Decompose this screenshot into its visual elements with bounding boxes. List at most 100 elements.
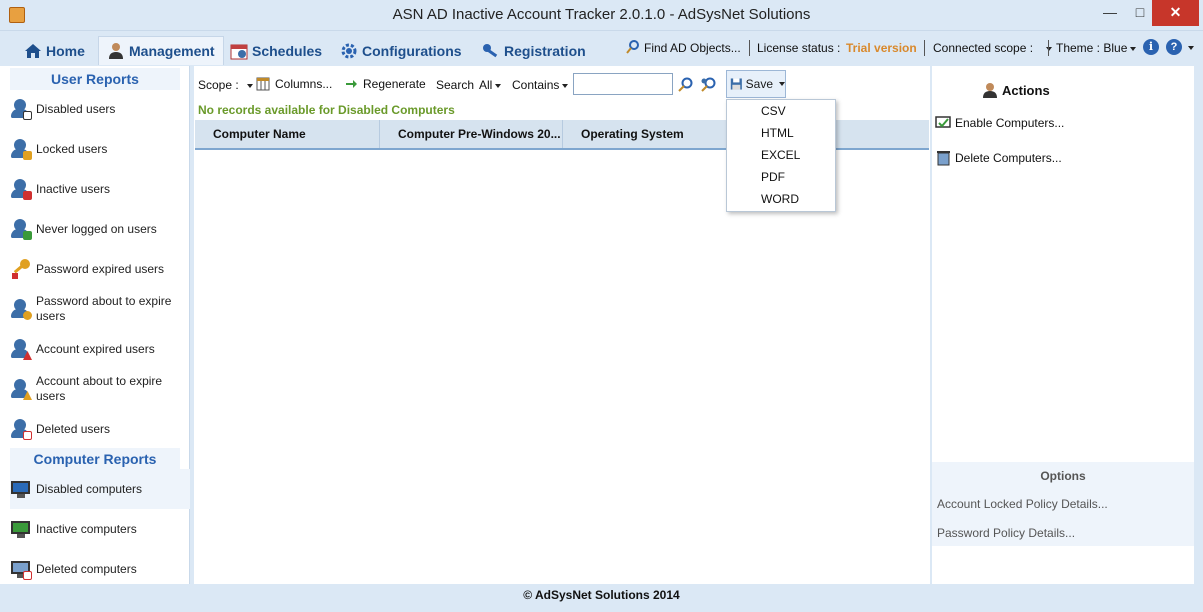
sidebar-item-label: Account expired users [36, 341, 155, 356]
sidebar-item-deleted-computers[interactable]: Deleted computers [10, 549, 190, 589]
column-header[interactable]: Computer Name [195, 120, 380, 148]
tab-schedules[interactable]: Schedules [222, 36, 330, 65]
find-ad-objects-link[interactable]: Find AD Objects... [644, 41, 741, 55]
save-button[interactable]: Save [726, 70, 786, 98]
maximize-button[interactable]: □ [1125, 0, 1155, 26]
sidebar-item-password-about-to-expire-users[interactable]: Password about to expire users [10, 289, 190, 329]
tab-registration[interactable]: Registration [474, 36, 594, 65]
tab-management[interactable]: Management [98, 36, 224, 65]
inactive-computer-icon [10, 518, 32, 540]
chevron-down-icon[interactable] [1188, 46, 1194, 50]
sidebar-item-password-expired-users[interactable]: Password expired users [10, 249, 190, 289]
theme-label: Theme : Blue [1056, 41, 1128, 55]
column-header[interactable]: Computer Pre-Windows 20... [380, 120, 563, 148]
tab-configurations[interactable]: Configurations [332, 36, 470, 65]
search-icon[interactable] [677, 77, 693, 93]
columns-label: Columns... [275, 77, 333, 91]
search-field-dropdown[interactable]: All [479, 78, 502, 92]
deleted-user-icon [10, 418, 32, 440]
menu-item-excel[interactable]: EXCEL [761, 148, 800, 162]
save-icon [730, 78, 742, 90]
delete-computers-label: Delete Computers... [955, 151, 1062, 165]
regenerate-button[interactable]: Regenerate [344, 77, 426, 91]
connected-scope-label: Connected scope : [933, 41, 1034, 55]
menu-separator [749, 40, 750, 56]
tab-home[interactable]: Home [16, 36, 93, 65]
delete-computer-icon [937, 151, 950, 166]
save-label: Save [745, 77, 773, 91]
sidebar-item-deleted-users[interactable]: Deleted users [10, 409, 190, 449]
scope-dropdown[interactable]: Scope : [198, 78, 253, 92]
help-button[interactable]: ? [1166, 39, 1182, 55]
sidebar-item-label: Inactive computers [36, 521, 137, 536]
sidebar-item-never-logged-on-users[interactable]: Never logged on users [10, 209, 190, 249]
chevron-down-icon [1130, 46, 1137, 51]
password-expire-user-icon [10, 298, 32, 320]
close-button[interactable]: ✕ [1152, 0, 1199, 26]
user-icon [983, 83, 997, 98]
sidebar-item-label: Deleted users [36, 421, 111, 436]
refresh-icon [346, 80, 357, 88]
menu-item-html[interactable]: HTML [761, 126, 794, 140]
enable-computer-icon [935, 116, 951, 128]
sidebar-item-disabled-computers[interactable]: Disabled computers [10, 469, 190, 509]
columns-button[interactable]: Columns... [256, 77, 332, 91]
enable-computers-link[interactable]: Enable Computers... [935, 115, 1064, 131]
sidebar-item-inactive-computers[interactable]: Inactive computers [10, 509, 190, 549]
chevron-down-icon [495, 83, 502, 88]
minimize-button[interactable]: — [1095, 0, 1125, 26]
disabled-computer-icon [10, 478, 32, 500]
status-message: No records available for Disabled Comput… [198, 103, 455, 117]
menu-separator [924, 40, 925, 56]
password-policy-link[interactable]: Password Policy Details... [937, 526, 1075, 540]
clear-search-icon[interactable] [700, 77, 716, 93]
menu-item-pdf[interactable]: PDF [761, 170, 785, 184]
sidebar-item-account-about-to-expire-users[interactable]: Account about to expire users [10, 369, 190, 409]
menu-item-csv[interactable]: CSV [761, 104, 786, 118]
sidebar-item-label: Locked users [36, 141, 108, 156]
sidebar-item-label: Account about to expire users [36, 374, 163, 403]
regenerate-label: Regenerate [363, 77, 426, 91]
enable-computers-label: Enable Computers... [955, 116, 1065, 130]
sidebar-item-label: Disabled computers [36, 481, 143, 496]
actions-header: Actions [982, 82, 1050, 98]
tab-registration-label: Registration [504, 42, 586, 59]
key-icon [10, 258, 32, 280]
delete-computers-link[interactable]: Delete Computers... [935, 150, 1062, 166]
sidebar-item-locked-users[interactable]: Locked users [10, 129, 190, 169]
tab-configurations-label: Configurations [362, 42, 462, 59]
account-locked-policy-link[interactable]: Account Locked Policy Details... [937, 497, 1108, 511]
connected-scope-dropdown[interactable]: Connected scope : [933, 41, 1053, 55]
sidebar-item-account-expired-users[interactable]: Account expired users [10, 329, 190, 369]
search-input[interactable] [573, 73, 673, 95]
search-label: Search [436, 78, 475, 92]
account-expired-user-icon [10, 338, 32, 360]
window-title: ASN AD Inactive Account Tracker 2.0.1.0 … [392, 6, 811, 23]
user-icon [109, 43, 123, 59]
chevron-down-icon [779, 82, 785, 86]
theme-dropdown[interactable]: Theme : Blue [1056, 41, 1137, 55]
menu-separator [1048, 40, 1049, 56]
sidebar-item-label: Never logged on users [36, 221, 157, 236]
menu-bar: Home Management Schedules Configurations… [0, 31, 1203, 66]
tab-management-label: Management [129, 43, 215, 59]
menu-item-word[interactable]: WORD [761, 192, 799, 206]
deleted-computer-icon [10, 558, 32, 580]
tab-home-label: Home [46, 42, 85, 59]
home-icon [25, 43, 41, 58]
info-button[interactable]: i [1143, 39, 1159, 55]
calendar-icon [230, 44, 248, 59]
gear-icon [341, 43, 357, 58]
title-bar: ASN AD Inactive Account Tracker 2.0.1.0 … [0, 0, 1203, 31]
sidebar-item-disabled-users[interactable]: Disabled users [10, 89, 190, 129]
search-condition-dropdown[interactable]: Contains [512, 78, 569, 92]
license-status-value: Trial version [846, 41, 917, 55]
save-menu: CSV HTML EXCEL PDF WORD [726, 99, 836, 212]
key-icon [483, 43, 498, 57]
options-title: Options [1040, 469, 1086, 483]
sidebar-item-inactive-users[interactable]: Inactive users [10, 169, 190, 209]
disabled-user-icon [10, 98, 32, 120]
columns-icon [256, 77, 270, 91]
search-icon [626, 40, 639, 54]
inactive-user-icon [10, 178, 32, 200]
